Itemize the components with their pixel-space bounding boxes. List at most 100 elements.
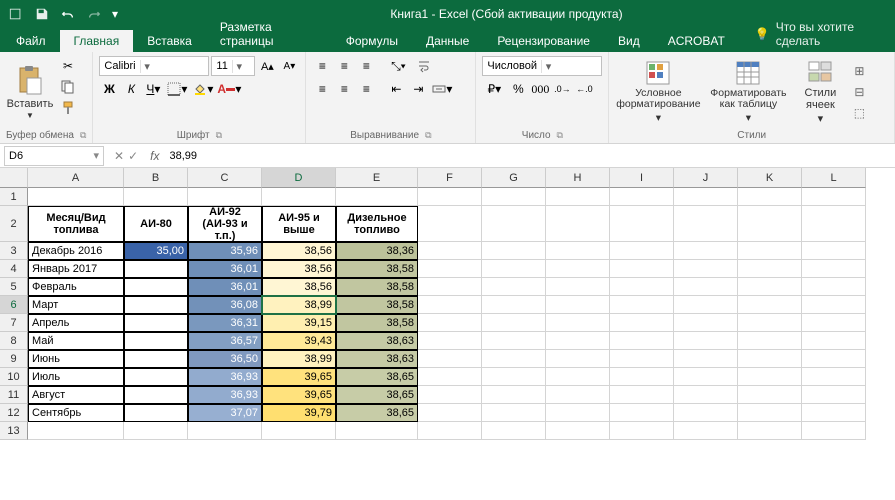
cell[interactable] — [610, 386, 674, 404]
cell[interactable] — [738, 332, 802, 350]
grow-font-icon[interactable]: A▴ — [257, 56, 277, 76]
cell[interactable] — [674, 422, 738, 440]
cell[interactable] — [482, 350, 546, 368]
cell[interactable] — [738, 260, 802, 278]
cell[interactable] — [610, 350, 674, 368]
shrink-font-icon[interactable]: A▾ — [279, 56, 299, 76]
cell[interactable] — [546, 422, 610, 440]
paste-button[interactable]: Вставить ▼ — [6, 56, 54, 128]
qat-customize-icon[interactable]: ▾ — [108, 3, 122, 25]
cell[interactable]: Дизельное топливо — [336, 206, 418, 242]
align-left-icon[interactable]: ≡ — [312, 79, 332, 99]
redo-icon[interactable] — [82, 3, 106, 25]
cell[interactable] — [802, 332, 866, 350]
tab-formulas[interactable]: Формулы — [332, 30, 412, 52]
delete-cells-icon[interactable]: ⊟ — [849, 82, 869, 102]
conditional-formatting-button[interactable]: Условное форматирование▾ — [615, 56, 701, 128]
cell[interactable] — [124, 188, 188, 206]
cell[interactable] — [482, 188, 546, 206]
cell[interactable]: 38,56 — [262, 278, 336, 296]
cell[interactable]: 36,31 — [188, 314, 262, 332]
align-top-icon[interactable]: ≡ — [312, 56, 332, 76]
cell[interactable] — [802, 314, 866, 332]
currency-icon[interactable]: ₽▾ — [482, 79, 506, 99]
cell[interactable] — [674, 242, 738, 260]
cell[interactable] — [738, 422, 802, 440]
cell[interactable] — [482, 368, 546, 386]
cell[interactable]: Август — [28, 386, 124, 404]
cell[interactable] — [28, 188, 124, 206]
cell[interactable] — [738, 314, 802, 332]
row-header[interactable]: 12 — [0, 404, 28, 422]
cell[interactable]: Январь 2017 — [28, 260, 124, 278]
cell[interactable] — [802, 404, 866, 422]
cell[interactable] — [802, 350, 866, 368]
cell[interactable] — [546, 188, 610, 206]
cell[interactable] — [418, 206, 482, 242]
column-header[interactable]: B — [124, 168, 188, 188]
cell[interactable] — [610, 206, 674, 242]
cell[interactable] — [262, 422, 336, 440]
cell[interactable] — [610, 296, 674, 314]
row-header[interactable]: 3 — [0, 242, 28, 260]
row-header[interactable]: 1 — [0, 188, 28, 206]
cell[interactable]: 38,99 — [262, 296, 336, 314]
cell[interactable] — [482, 314, 546, 332]
cell[interactable] — [546, 242, 610, 260]
cell[interactable] — [738, 278, 802, 296]
cell[interactable]: 39,43 — [262, 332, 336, 350]
cell[interactable] — [418, 368, 482, 386]
cell[interactable] — [546, 368, 610, 386]
cell[interactable]: 38,63 — [336, 350, 418, 368]
cell[interactable] — [482, 386, 546, 404]
fill-color-button[interactable]: ▾ — [191, 79, 215, 99]
cell[interactable] — [802, 386, 866, 404]
row-header[interactable]: 2 — [0, 206, 28, 242]
row-header[interactable]: 7 — [0, 314, 28, 332]
undo-icon[interactable] — [56, 3, 80, 25]
cell[interactable] — [28, 422, 124, 440]
cell[interactable] — [482, 278, 546, 296]
cell[interactable] — [188, 188, 262, 206]
cell[interactable] — [546, 350, 610, 368]
number-format-combo[interactable]: Числовой▾ — [482, 56, 602, 76]
cell[interactable] — [674, 350, 738, 368]
wrap-text-icon[interactable] — [412, 56, 436, 76]
format-painter-icon[interactable] — [58, 98, 78, 118]
cell[interactable] — [674, 332, 738, 350]
cell[interactable] — [610, 278, 674, 296]
cell[interactable]: Месяц/Вид топлива — [28, 206, 124, 242]
tab-insert[interactable]: Вставка — [133, 30, 206, 52]
cell[interactable] — [124, 332, 188, 350]
cell[interactable]: АИ-80 — [124, 206, 188, 242]
cell[interactable] — [546, 386, 610, 404]
tab-layout[interactable]: Разметка страницы — [206, 16, 332, 52]
cell[interactable] — [418, 278, 482, 296]
cell[interactable]: 38,63 — [336, 332, 418, 350]
cell[interactable] — [418, 386, 482, 404]
cell[interactable] — [336, 188, 418, 206]
cell[interactable] — [802, 278, 866, 296]
tell-me[interactable]: 💡 Что вы хотите сделать — [747, 16, 895, 52]
clipboard-launcher-icon[interactable]: ⧉ — [80, 130, 86, 141]
cell[interactable] — [124, 260, 188, 278]
cell[interactable] — [482, 242, 546, 260]
cell[interactable] — [674, 260, 738, 278]
cell[interactable] — [738, 188, 802, 206]
font-launcher-icon[interactable]: ⧉ — [216, 130, 222, 141]
select-all-corner[interactable] — [0, 168, 28, 188]
cell[interactable]: Апрель — [28, 314, 124, 332]
cell[interactable] — [418, 422, 482, 440]
cell[interactable]: АИ-95 и выше — [262, 206, 336, 242]
row-header[interactable]: 10 — [0, 368, 28, 386]
cell[interactable] — [546, 314, 610, 332]
cell[interactable]: Май — [28, 332, 124, 350]
cell-styles-button[interactable]: Стили ячеек▾ — [795, 56, 845, 128]
cell[interactable]: Июль — [28, 368, 124, 386]
cell[interactable] — [610, 368, 674, 386]
cell[interactable]: 38,56 — [262, 260, 336, 278]
alignment-launcher-icon[interactable]: ⧉ — [425, 130, 431, 141]
cell[interactable] — [418, 350, 482, 368]
cell[interactable] — [738, 206, 802, 242]
cell[interactable] — [610, 314, 674, 332]
